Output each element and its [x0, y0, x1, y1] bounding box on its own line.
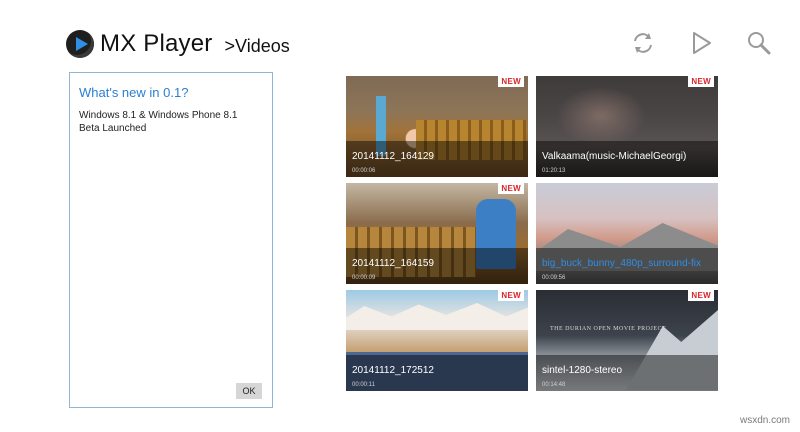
video-grid: NEW 20141112_164129 00:00:06 NEW Valkaam…	[346, 76, 720, 391]
video-duration: 00:00:09	[352, 275, 376, 281]
whats-new-line-2: Beta Launched	[79, 123, 147, 134]
play-button[interactable]	[686, 28, 716, 58]
app-header: MX Player >Videos	[66, 28, 290, 60]
whats-new-title: What's new in 0.1?	[79, 85, 189, 100]
video-caption: sintel-1280-stereo 00:14:48	[536, 355, 718, 391]
whats-new-line-1: Windows 8.1 & Windows Phone 8.1	[79, 110, 238, 121]
video-title: 20141112_164129	[352, 151, 434, 162]
video-tile[interactable]: NEW Valkaama(music-MichaelGeorgi) 01:20:…	[536, 76, 718, 177]
video-tile[interactable]: big_buck_bunny_480p_surround-fix 00:09:5…	[536, 183, 718, 284]
video-duration: 01:20:13	[542, 168, 566, 174]
video-duration: 00:00:06	[352, 168, 376, 174]
new-badge: NEW	[688, 290, 714, 301]
video-duration: 00:09:56	[542, 275, 566, 281]
new-badge: NEW	[498, 290, 524, 301]
thumbnail-banner-text: THE DURIAN OPEN MOVIE PROJECT	[550, 326, 667, 332]
whats-new-body: Windows 8.1 & Windows Phone 8.1 Beta Lau…	[79, 109, 262, 135]
video-tile[interactable]: NEW 20141112_164159 00:00:09	[346, 183, 528, 284]
breadcrumb[interactable]: >Videos	[225, 36, 290, 57]
watermark: wsxdn.com	[739, 415, 790, 426]
video-caption: 20141112_164129 00:00:06	[346, 141, 528, 177]
video-caption: 20141112_164159 00:00:09	[346, 248, 528, 284]
play-icon	[693, 32, 711, 54]
video-title: 20141112_172512	[352, 365, 434, 376]
video-duration: 00:14:48	[542, 382, 566, 388]
whats-new-panel: What's new in 0.1? Windows 8.1 & Windows…	[69, 72, 273, 408]
video-title: big_buck_bunny_480p_surround-fix	[542, 258, 702, 269]
new-badge: NEW	[498, 183, 524, 194]
video-tile[interactable]: THE DURIAN OPEN MOVIE PROJECT NEW sintel…	[536, 290, 718, 391]
mx-player-logo-icon	[66, 30, 94, 58]
video-caption: big_buck_bunny_480p_surround-fix 00:09:5…	[536, 248, 718, 284]
app-title: MX Player	[100, 30, 213, 57]
new-badge: NEW	[688, 76, 714, 87]
video-title: sintel-1280-stereo	[542, 365, 623, 376]
search-button[interactable]	[744, 28, 774, 58]
video-title: 20141112_164159	[352, 258, 434, 269]
video-duration: 00:00:11	[352, 382, 375, 388]
refresh-icon	[634, 33, 652, 53]
refresh-button[interactable]	[628, 28, 658, 58]
video-caption: Valkaama(music-MichaelGeorgi) 01:20:13	[536, 141, 718, 177]
video-caption: 20141112_172512 00:00:11	[346, 355, 528, 391]
video-tile[interactable]: NEW 20141112_172512 00:00:11	[346, 290, 528, 391]
video-title: Valkaama(music-MichaelGeorgi)	[542, 151, 687, 162]
toolbar	[628, 28, 774, 58]
new-badge: NEW	[498, 76, 524, 87]
ok-button[interactable]: OK	[236, 383, 262, 399]
video-tile[interactable]: NEW 20141112_164129 00:00:06	[346, 76, 528, 177]
search-icon	[748, 32, 771, 55]
